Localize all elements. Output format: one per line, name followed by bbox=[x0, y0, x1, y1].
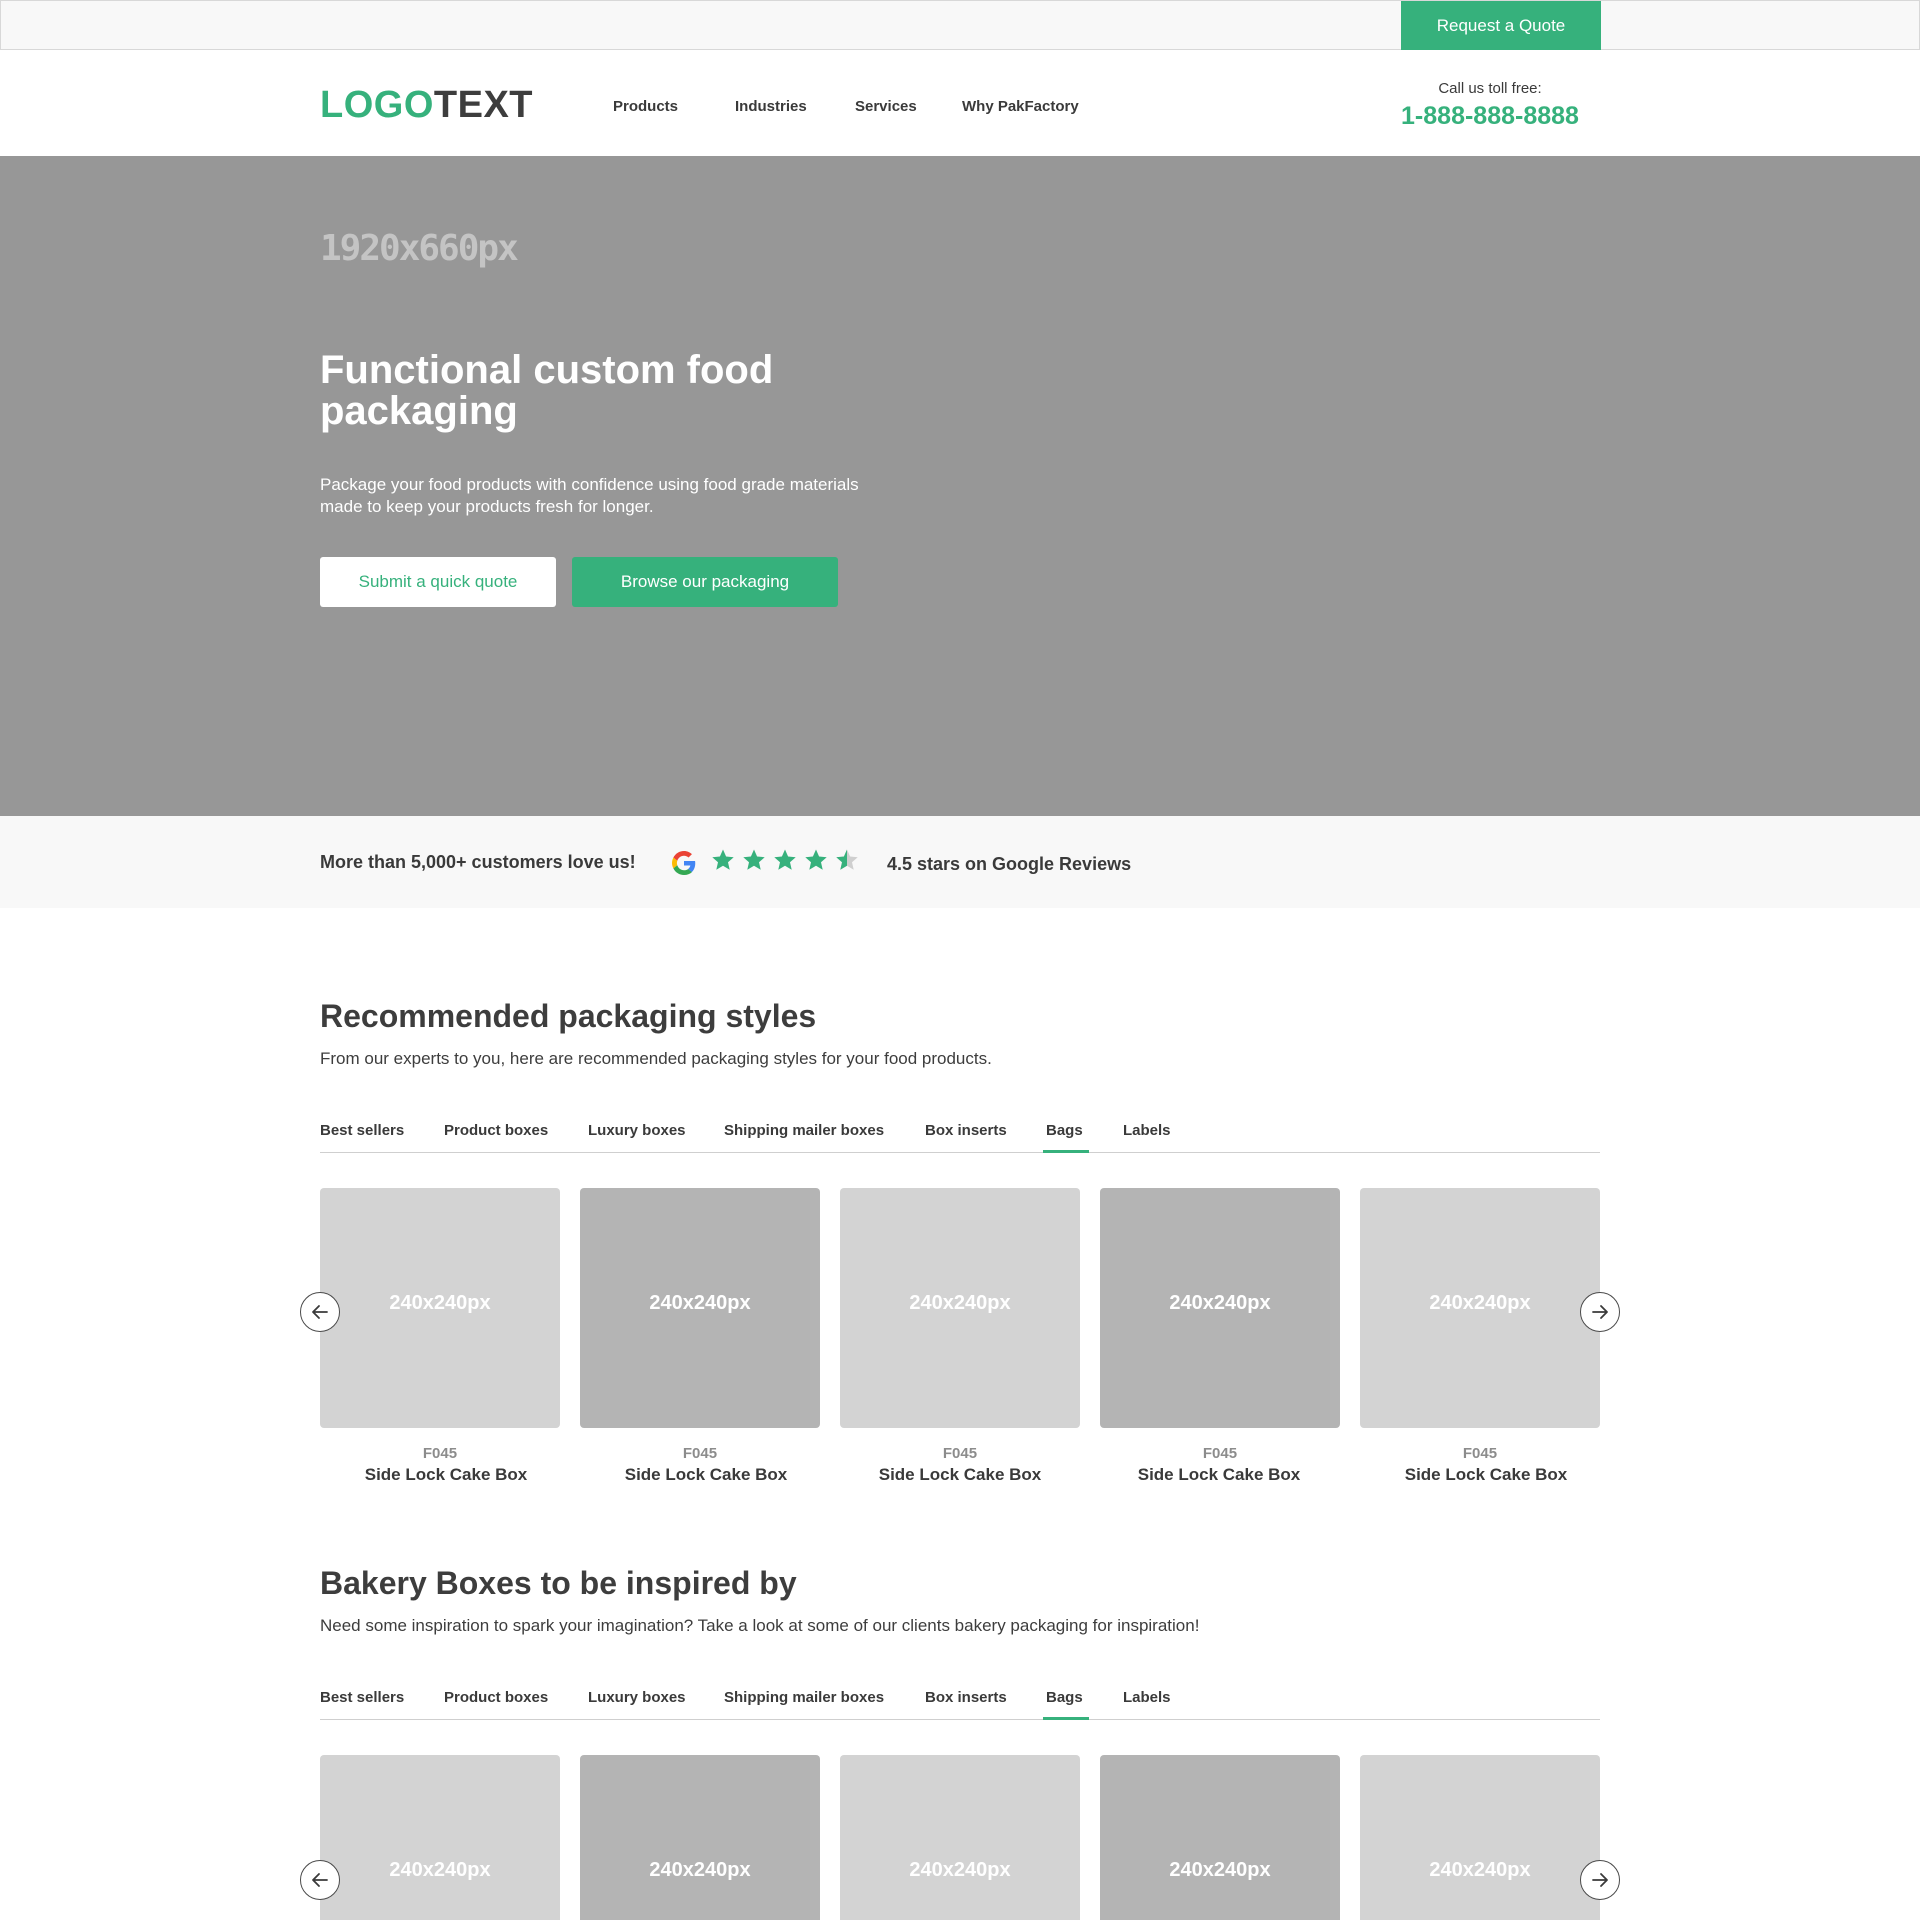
tab-best-sellers[interactable]: Best sellers bbox=[320, 1122, 404, 1139]
product-code: F045 bbox=[1462, 1445, 1498, 1462]
rating-text: 4.5 stars on Google Reviews bbox=[887, 854, 1132, 874]
tabs-bakery: Best sellers Product boxes Luxury boxes … bbox=[320, 1680, 1600, 1720]
logo-part-1: LOGO bbox=[320, 84, 434, 126]
tab-box-inserts[interactable]: Box inserts bbox=[925, 1689, 1007, 1706]
rating-stars bbox=[711, 848, 859, 872]
product-code: F045 bbox=[422, 1445, 458, 1462]
carousel-next-button[interactable] bbox=[1580, 1860, 1620, 1900]
product-name[interactable]: Side Lock Cake Box bbox=[316, 1465, 576, 1485]
top-bar: Request a Quote bbox=[0, 0, 1920, 51]
logo-part-2: TEXT bbox=[433, 84, 534, 126]
star-half-icon bbox=[836, 849, 858, 870]
tab-product-boxes[interactable]: Product boxes bbox=[444, 1122, 548, 1139]
product-image[interactable]: 240x240px bbox=[580, 1188, 820, 1428]
product-name[interactable]: Side Lock Cake Box bbox=[1356, 1465, 1616, 1485]
section-subtitle-bakery: Need some inspiration to spark your imag… bbox=[320, 1616, 1200, 1635]
product-code: F045 bbox=[942, 1445, 978, 1462]
tab-product-boxes[interactable]: Product boxes bbox=[444, 1689, 548, 1706]
star-full-icon bbox=[743, 849, 765, 870]
nav-services[interactable]: Services bbox=[855, 98, 917, 115]
tab-best-sellers[interactable]: Best sellers bbox=[320, 1689, 404, 1706]
nav-why-pakfactory[interactable]: Why PakFactory bbox=[962, 98, 1079, 115]
product-name[interactable]: Side Lock Cake Box bbox=[576, 1465, 836, 1485]
star-full-icon bbox=[805, 849, 827, 870]
active-tab-indicator bbox=[1043, 1150, 1089, 1153]
request-quote-button[interactable]: Request a Quote bbox=[1401, 1, 1601, 51]
carousel-prev-button[interactable] bbox=[300, 1292, 340, 1332]
product-image[interactable]: 240x240px bbox=[320, 1188, 560, 1428]
arrow-left-icon bbox=[312, 1873, 328, 1887]
google-icon bbox=[672, 851, 696, 875]
site-header: LOGOTEXT Products Industries Services Wh… bbox=[0, 50, 1920, 156]
star-full-icon bbox=[774, 849, 796, 870]
section-title-bakery: Bakery Boxes to be inspired by bbox=[320, 1565, 797, 1601]
section-title-recommended: Recommended packaging styles bbox=[320, 998, 817, 1034]
submit-quote-button[interactable]: Submit a quick quote bbox=[320, 557, 556, 607]
hero-dimension-label: 1920x660px bbox=[320, 228, 519, 269]
product-name[interactable]: Side Lock Cake Box bbox=[1089, 1465, 1349, 1485]
tab-luxury-boxes[interactable]: Luxury boxes bbox=[588, 1689, 686, 1706]
active-tab-indicator bbox=[1043, 1717, 1089, 1720]
tab-labels[interactable]: Labels bbox=[1123, 1689, 1171, 1706]
product-image[interactable]: 240x240px bbox=[1360, 1188, 1600, 1428]
tab-shipping-mailer-boxes[interactable]: Shipping mailer boxes bbox=[724, 1689, 884, 1706]
phone-number[interactable]: 1-888-888-8888 bbox=[1380, 102, 1600, 131]
logo[interactable]: LOGOTEXT bbox=[320, 84, 533, 127]
tab-bags[interactable]: Bags bbox=[1046, 1122, 1083, 1139]
inspiration-image[interactable]: 240x240px bbox=[1360, 1755, 1600, 1920]
product-name[interactable]: Side Lock Cake Box bbox=[830, 1465, 1090, 1485]
arrow-left-icon bbox=[312, 1305, 328, 1319]
hero-title: Functional custom food packaging bbox=[320, 348, 774, 433]
call-label: Call us toll free: bbox=[1438, 80, 1542, 97]
tab-bags[interactable]: Bags bbox=[1046, 1689, 1083, 1706]
inspiration-image[interactable]: 240x240px bbox=[580, 1755, 820, 1920]
nav-industries[interactable]: Industries bbox=[735, 98, 807, 115]
arrow-right-icon bbox=[1592, 1305, 1608, 1319]
reviews-strip: More than 5,000+ customers love us! 4.5 … bbox=[0, 816, 1920, 908]
browse-packaging-button[interactable]: Browse our packaging bbox=[572, 557, 838, 607]
customers-love-text: More than 5,000+ customers love us! bbox=[320, 852, 636, 872]
carousel-prev-button[interactable] bbox=[300, 1860, 340, 1900]
hero-banner: 1920x660px Functional custom food packag… bbox=[0, 156, 1920, 816]
inspiration-image[interactable]: 240x240px bbox=[840, 1755, 1080, 1920]
product-image[interactable]: 240x240px bbox=[1100, 1188, 1340, 1428]
arrow-right-icon bbox=[1592, 1873, 1608, 1887]
inspiration-image[interactable]: 240x240px bbox=[320, 1755, 560, 1920]
product-code: F045 bbox=[682, 1445, 718, 1462]
star-full-icon bbox=[712, 849, 734, 870]
tab-shipping-mailer-boxes[interactable]: Shipping mailer boxes bbox=[724, 1122, 884, 1139]
tab-box-inserts[interactable]: Box inserts bbox=[925, 1122, 1007, 1139]
carousel-next-button[interactable] bbox=[1580, 1292, 1620, 1332]
product-code: F045 bbox=[1202, 1445, 1238, 1462]
tab-luxury-boxes[interactable]: Luxury boxes bbox=[588, 1122, 686, 1139]
inspiration-image[interactable]: 240x240px bbox=[1100, 1755, 1340, 1920]
hero-description: Package your food products with confiden… bbox=[320, 475, 859, 516]
tabs-recommended: Best sellers Product boxes Luxury boxes … bbox=[320, 1113, 1600, 1153]
nav-products[interactable]: Products bbox=[613, 98, 678, 115]
tab-labels[interactable]: Labels bbox=[1123, 1122, 1171, 1139]
section-subtitle-recommended: From our experts to you, here are recomm… bbox=[320, 1049, 992, 1068]
product-image[interactable]: 240x240px bbox=[840, 1188, 1080, 1428]
